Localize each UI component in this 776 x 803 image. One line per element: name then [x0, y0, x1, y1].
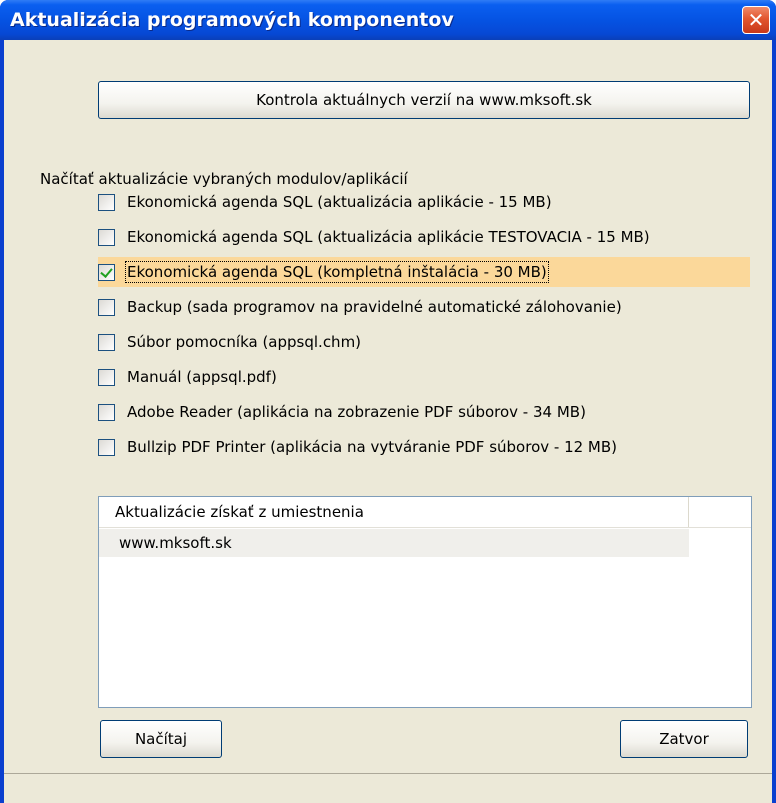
column-header-source[interactable]: Aktualizácie získať z umiestnenia	[99, 497, 689, 527]
load-button[interactable]: Načítaj	[100, 720, 222, 758]
check-versions-button[interactable]: Kontrola aktuálnych verzií na www.mksoft…	[98, 81, 750, 119]
module-label: Bullzip PDF Printer (aplikácia na vytvár…	[127, 438, 618, 456]
module-checkbox-row[interactable]: Ekonomická agenda SQL (aktualizácia apli…	[98, 222, 650, 252]
module-checkbox-row[interactable]: Manuál (appsql.pdf)	[98, 362, 277, 392]
source-listview[interactable]: Aktualizácie získať z umiestnenia www.mk…	[98, 496, 752, 708]
dialog-client-area: Kontrola aktuálnych verzií na www.mksoft…	[4, 40, 772, 803]
checkbox[interactable]	[98, 298, 115, 316]
module-checkbox-row-selected[interactable]: Ekonomická agenda SQL (kompletná inštalá…	[98, 257, 750, 287]
column-header-filler	[689, 497, 751, 527]
module-label: Ekonomická agenda SQL (kompletná inštalá…	[125, 261, 549, 283]
checkbox[interactable]	[98, 333, 115, 351]
module-label: Backup (sada programov na pravidelné aut…	[127, 298, 622, 316]
module-checkbox-row[interactable]: Bullzip PDF Printer (aplikácia na vytvár…	[98, 432, 617, 462]
window-title: Aktualizácia programových komponentov	[10, 9, 454, 31]
checkbox[interactable]	[98, 193, 115, 211]
checkbox-checked[interactable]	[98, 263, 115, 281]
module-label: Ekonomická agenda SQL (aktualizácia apli…	[127, 228, 650, 246]
module-label: Ekonomická agenda SQL (aktualizácia apli…	[127, 193, 552, 211]
title-bar[interactable]: Aktualizácia programových komponentov ✕	[0, 0, 776, 40]
checkbox[interactable]	[98, 438, 115, 456]
module-label: Manuál (appsql.pdf)	[127, 368, 277, 386]
module-checkbox-row[interactable]: Ekonomická agenda SQL (aktualizácia apli…	[98, 187, 552, 217]
checkbox[interactable]	[98, 403, 115, 421]
module-checkbox-row[interactable]: Súbor pomocníka (appsql.chm)	[98, 327, 361, 357]
listview-header: Aktualizácie získať z umiestnenia	[99, 497, 751, 528]
dialog-window: Aktualizácia programových komponentov ✕ …	[0, 0, 776, 803]
close-icon[interactable]: ✕	[742, 6, 770, 34]
close-button[interactable]: Zatvor	[620, 720, 748, 758]
checkbox[interactable]	[98, 228, 115, 246]
module-label: Súbor pomocníka (appsql.chm)	[127, 333, 362, 351]
checkbox[interactable]	[98, 368, 115, 386]
module-checkbox-row[interactable]: Adobe Reader (aplikácia na zobrazenie PD…	[98, 397, 586, 427]
status-strip	[4, 773, 772, 803]
module-checkbox-row[interactable]: Backup (sada programov na pravidelné aut…	[98, 292, 622, 322]
source-row[interactable]: www.mksoft.sk	[99, 529, 689, 557]
modules-section-label: Načítať aktualizácie vybraných modulov/a…	[40, 170, 408, 188]
module-label: Adobe Reader (aplikácia na zobrazenie PD…	[127, 403, 586, 421]
